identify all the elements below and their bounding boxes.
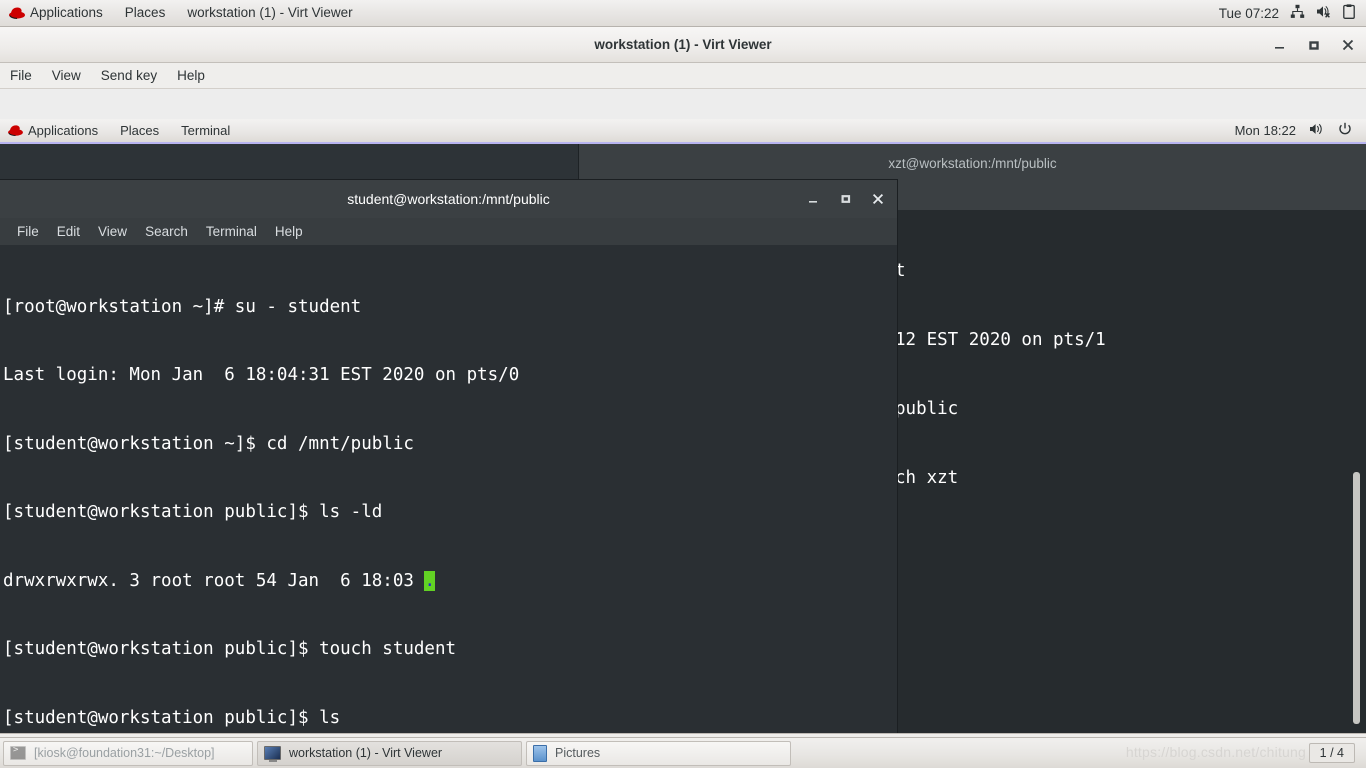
virt-viewer-menubar: File View Send key Help [0,63,1366,89]
guest-menu-terminal[interactable]: Terminal [170,119,241,142]
minimize-icon[interactable] [807,192,821,206]
active-terminal-window[interactable]: student@workstation:/mnt/public File Edi… [0,180,897,733]
guest-tray: Mon 18:22 [1235,122,1366,139]
host-task-kiosk-terminal[interactable]: [kiosk@foundation31:~/Desktop] [3,740,253,766]
host-tray: Tue 07:22 [1219,4,1366,22]
terminal-line: [student@workstation public]$ touch stud… [3,639,457,660]
redhat-logo-icon[interactable] [8,6,26,20]
active-terminal-titlebar[interactable]: student@workstation:/mnt/public [0,180,897,218]
background-terminal-title: xzt@workstation:/mnt/public [888,155,1057,171]
host-task-label: [kiosk@foundation31:~/Desktop] [34,746,215,760]
active-terminal-output[interactable]: [root@workstation ~]# su - student Last … [0,245,897,733]
host-clock[interactable]: Tue 07:22 [1219,6,1279,21]
volume-muted-icon[interactable] [1316,4,1332,22]
screen: Applications Places workstation (1) - Vi… [0,0,1366,768]
watermark: https://blog.csdn.net/chitung [1125,744,1306,760]
host-task-pictures[interactable]: Pictures [526,740,791,766]
terminal-icon [10,745,26,760]
vv-menu-help[interactable]: Help [167,63,215,88]
term-menu-edit[interactable]: Edit [48,219,89,245]
background-terminal-scrollbar[interactable] [1353,472,1360,724]
term-menu-view[interactable]: View [89,219,136,245]
folder-icon [533,744,547,762]
guest-menu-places[interactable]: Places [109,119,170,142]
term-menu-file[interactable]: File [8,219,48,245]
clipboard-icon[interactable] [1343,4,1355,22]
guest-clock[interactable]: Mon 18:22 [1235,123,1296,138]
terminal-line: [student@workstation ~]$ cd /mnt/public [3,433,414,454]
close-icon[interactable] [871,192,885,206]
close-icon[interactable] [1340,37,1356,53]
guest-desktop-area: Applications Places Terminal Mon 18:22 x… [0,119,1366,764]
host-task-label: workstation (1) - Virt Viewer [289,746,443,760]
terminal-line: [student@workstation public]$ ls [3,707,341,728]
minimize-icon[interactable] [1272,37,1288,53]
terminal-line: Last login: Mon Jan 6 18:04:31 EST 2020 … [3,365,520,386]
terminal-line: [root@workstation ~]# su - student [3,296,362,317]
virt-viewer-titlebar[interactable]: workstation (1) - Virt Viewer [0,27,1366,63]
terminal-line: [student@workstation public]$ ls -ld [3,502,383,523]
term-menu-search[interactable]: Search [136,219,197,245]
term-menu-help[interactable]: Help [266,219,312,245]
guest-desktop: xzt@workstation:/mnt/public t 12 EST 202… [0,144,1366,733]
host-menu-places[interactable]: Places [114,0,177,26]
host-window-title-item[interactable]: workstation (1) - Virt Viewer [176,0,363,26]
active-terminal-title: student@workstation:/mnt/public [347,191,550,207]
term-menu-terminal[interactable]: Terminal [197,219,266,245]
power-icon[interactable] [1338,122,1352,139]
vv-menu-view[interactable]: View [42,63,91,88]
terminal-line-ls-ld-result: drwxrwxrwx. 3 root root 54 Jan 6 18:03 . [3,570,435,591]
volume-icon[interactable] [1309,122,1325,139]
active-terminal-window-controls [807,180,885,218]
host-workspace-indicator[interactable]: 1 / 4 [1308,743,1355,763]
maximize-icon[interactable] [1306,37,1322,53]
virt-viewer-window: workstation (1) - Virt Viewer File View … [0,27,1366,764]
vv-menu-file[interactable]: File [0,63,42,88]
virt-viewer-window-controls [1272,27,1356,63]
host-top-panel: Applications Places workstation (1) - Vi… [0,0,1366,27]
virt-viewer-title: workstation (1) - Virt Viewer [594,37,772,52]
host-task-virt-viewer[interactable]: workstation (1) - Virt Viewer [257,740,522,766]
guest-top-panel: Applications Places Terminal Mon 18:22 [0,119,1366,144]
maximize-icon[interactable] [839,192,853,206]
background-terminal-titlebar[interactable]: xzt@workstation:/mnt/public [579,144,1366,182]
monitor-icon [264,746,281,762]
guest-redhat-logo-icon[interactable] [7,124,24,137]
network-icon[interactable] [1290,4,1305,22]
active-terminal-menubar: File Edit View Search Terminal Help [0,218,897,245]
vv-menu-send-key[interactable]: Send key [91,63,167,88]
host-task-label: Pictures [555,746,601,760]
